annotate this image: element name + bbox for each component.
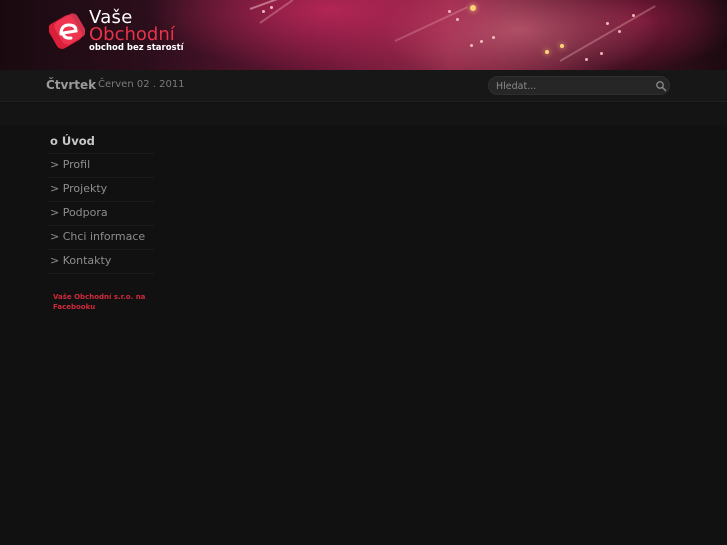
- e-logo-icon: [49, 13, 85, 49]
- banner-decoration: [270, 6, 273, 9]
- site-logo[interactable]: Vaše Obchodní obchod bez starostí: [49, 8, 189, 54]
- current-date: Červen 02 . 2011: [98, 79, 185, 90]
- nav-item-kontakty[interactable]: > Kontakty: [48, 250, 154, 274]
- banner-decoration: [470, 5, 476, 11]
- brand-tagline: obchod bez starostí: [89, 43, 184, 53]
- banner-decoration: [560, 44, 564, 48]
- banner-decoration: [606, 22, 609, 25]
- search-icon[interactable]: [655, 80, 667, 92]
- banner-decoration: [262, 10, 265, 13]
- sidebar-nav: o Úvod > Profil > Projekty > Podpora > C…: [48, 130, 154, 274]
- banner-decoration: [545, 50, 549, 54]
- banner-decoration: [632, 14, 635, 17]
- search-box: [488, 76, 670, 95]
- banner-decoration: [480, 40, 483, 43]
- banner-decoration: [394, 6, 468, 42]
- nav-item-podpora[interactable]: > Podpora: [48, 202, 154, 226]
- secondary-band: [0, 103, 727, 125]
- banner-decoration: [448, 10, 451, 13]
- banner-decoration: [492, 36, 495, 39]
- date-bar: Čtvrtek Červen 02 . 2011: [0, 70, 727, 102]
- banner-decoration: [618, 30, 621, 33]
- banner-decoration: [456, 18, 459, 21]
- nav-item-chci-informace[interactable]: > Chci informace: [48, 226, 154, 250]
- nav-item-projekty[interactable]: > Projekty: [48, 178, 154, 202]
- header-banner: Vaše Obchodní obchod bez starostí: [0, 0, 727, 70]
- current-day: Čtvrtek: [46, 78, 97, 92]
- banner-decoration: [585, 58, 588, 61]
- banner-decoration: [470, 44, 473, 47]
- banner-decoration: [559, 5, 656, 62]
- search-input[interactable]: [496, 79, 646, 93]
- nav-item-profil[interactable]: > Profil: [48, 154, 154, 178]
- facebook-link[interactable]: Vaše Obchodní s.r.o. na Facebooku: [53, 293, 163, 312]
- nav-item-uvod[interactable]: o Úvod: [48, 130, 154, 154]
- brand-name-line2: Obchodní: [89, 24, 175, 45]
- banner-decoration: [600, 52, 603, 55]
